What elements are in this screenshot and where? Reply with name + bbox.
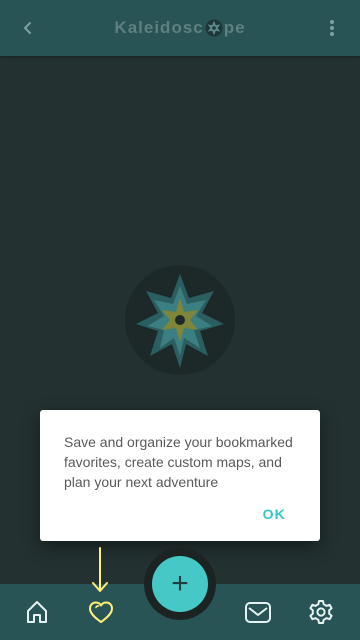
nav-favorites-button[interactable]	[85, 596, 117, 628]
more-vert-icon	[330, 20, 334, 36]
nav-home-button[interactable]	[21, 596, 53, 628]
home-icon	[27, 601, 47, 623]
hint-arrow-icon	[92, 547, 108, 592]
gear-icon	[309, 600, 333, 624]
page-title: Kaleidosc pe	[0, 0, 360, 56]
nav-messages-button[interactable]	[242, 596, 274, 628]
kaleidoscope-logo-icon	[125, 265, 235, 375]
title-text-start: Kaleidosc	[114, 18, 204, 37]
title-logo-icon	[205, 19, 223, 37]
dialog-message: Save and organize your bookmarked favori…	[64, 434, 293, 490]
onboarding-dialog: Save and organize your bookmarked favori…	[40, 410, 320, 541]
heart-icon	[89, 601, 113, 623]
add-button[interactable]: +	[152, 556, 208, 612]
app-bar: Kaleidosc pe	[0, 0, 360, 56]
mail-icon	[245, 602, 271, 623]
title-text-end: pe	[223, 18, 246, 37]
ok-button[interactable]: OK	[263, 506, 286, 522]
nav-settings-button[interactable]	[305, 596, 337, 628]
overflow-menu-button[interactable]	[318, 14, 346, 42]
